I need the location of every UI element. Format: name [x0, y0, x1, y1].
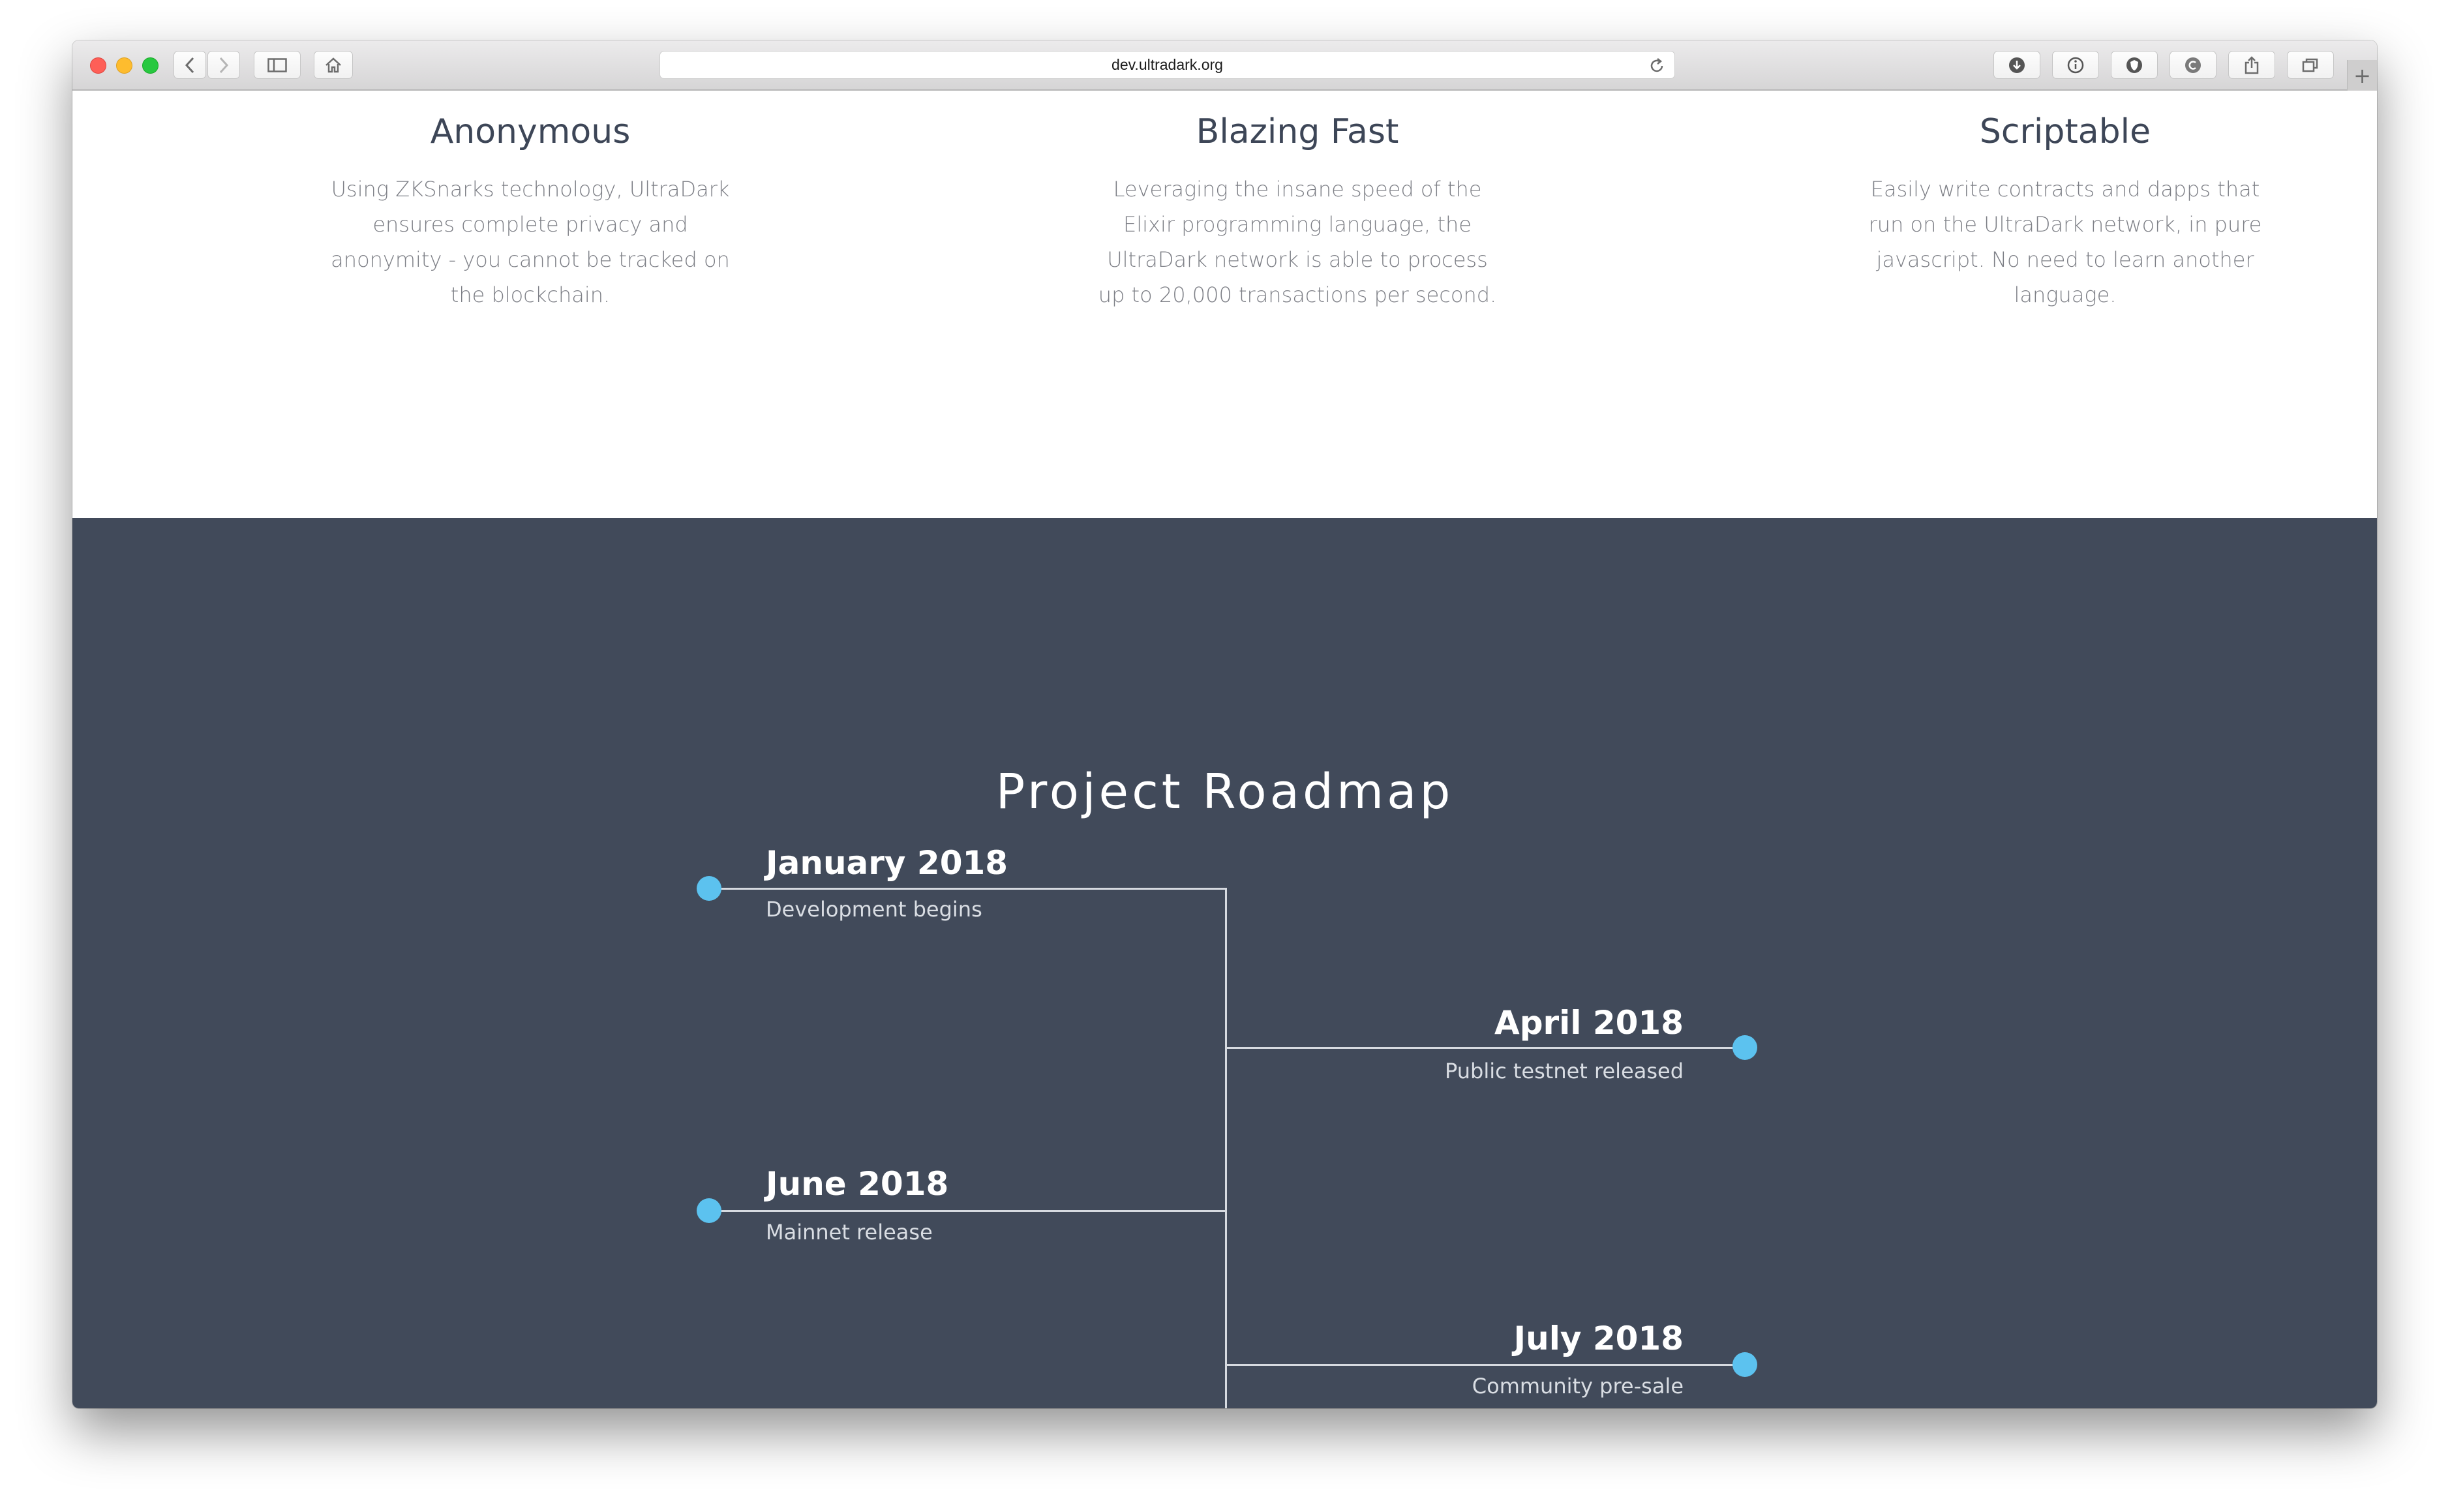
- feature-anonymous: Anonymous Using ZKSnarks technology, Ult…: [302, 91, 759, 312]
- milestone-date: July 2018: [1513, 1320, 1684, 1357]
- feature-scriptable: Scriptable Easily write contracts and da…: [1837, 91, 2293, 312]
- url-text: dev.ultradark.org: [1112, 56, 1223, 73]
- reload-icon[interactable]: [1648, 57, 1665, 74]
- chevron-right-icon: [219, 57, 229, 73]
- feature-description: Using ZKSnarks technology, UltraDark ens…: [331, 177, 730, 307]
- browser-window: dev.ultradark.org + Anonymous Using ZKSn…: [72, 40, 2377, 1408]
- c-extension-button[interactable]: [2170, 51, 2216, 79]
- roadmap-title: Project Roadmap: [995, 764, 1454, 820]
- timeline-connector: [1225, 1364, 1745, 1366]
- milestone-description: Development begins: [766, 897, 982, 922]
- web-page: Anonymous Using ZKSnarks technology, Ult…: [72, 91, 2377, 1408]
- home-icon: [325, 57, 341, 72]
- minimize-window-button[interactable]: [116, 57, 132, 74]
- downloads-button[interactable]: [1993, 51, 2040, 79]
- milestone-description: Community pre-sale: [1472, 1374, 1684, 1399]
- milestone-date: April 2018: [1494, 1004, 1684, 1042]
- timeline-connector: [1225, 1047, 1745, 1049]
- feature-title: Blazing Fast: [1196, 112, 1399, 151]
- milestone-description: Mainnet release: [766, 1220, 933, 1245]
- timeline-connector: [709, 888, 1227, 890]
- timeline-dot: [1732, 1035, 1757, 1060]
- browser-toolbar: dev.ultradark.org +: [72, 40, 2377, 91]
- close-window-button[interactable]: [90, 57, 106, 74]
- new-tab-button[interactable]: +: [2347, 60, 2377, 91]
- sidebar-icon: [267, 57, 287, 72]
- timeline-dot: [1732, 1352, 1757, 1377]
- milestone-date: June 2018: [766, 1165, 949, 1203]
- download-icon: [2009, 57, 2025, 73]
- home-button[interactable]: [314, 51, 353, 79]
- timeline-dot: [697, 1198, 721, 1223]
- info-icon: [2067, 57, 2084, 73]
- info-extension-button[interactable]: [2052, 51, 2099, 79]
- forward-button[interactable]: [207, 51, 240, 79]
- back-button[interactable]: [174, 51, 206, 79]
- share-icon: [2245, 55, 2259, 74]
- feature-blazing-fast: Blazing Fast Leveraging the insane speed…: [1069, 91, 1526, 312]
- milestone-date: January 2018: [766, 844, 1008, 882]
- show-tabs-button[interactable]: [2287, 51, 2334, 79]
- timeline-dot: [697, 876, 721, 901]
- feature-description: Easily write contracts and dapps that ru…: [1868, 177, 2262, 307]
- feature-title: Scriptable: [1979, 112, 2151, 151]
- roadmap-section: Project Roadmap January 2018 Development…: [72, 518, 2377, 1408]
- plus-icon: +: [2353, 63, 2371, 88]
- tabs-overview-icon: [2302, 58, 2318, 72]
- chevron-left-icon: [185, 57, 194, 73]
- zoom-window-button[interactable]: [142, 57, 159, 74]
- shield-icon: [2126, 57, 2142, 73]
- c-badge-icon: [2185, 57, 2201, 73]
- timeline-connector: [709, 1210, 1227, 1212]
- timeline-spine: [1225, 889, 1227, 1408]
- shield-extension-button[interactable]: [2111, 51, 2158, 79]
- share-button[interactable]: [2228, 51, 2275, 79]
- feature-title: Anonymous: [430, 112, 631, 151]
- sidebar-toggle-button[interactable]: [254, 51, 301, 79]
- feature-description: Leveraging the insane speed of the Elixi…: [1098, 177, 1497, 307]
- features-section: Anonymous Using ZKSnarks technology, Ult…: [72, 91, 2377, 518]
- milestone-description: Public testnet released: [1444, 1059, 1684, 1083]
- address-bar[interactable]: dev.ultradark.org: [659, 51, 1675, 79]
